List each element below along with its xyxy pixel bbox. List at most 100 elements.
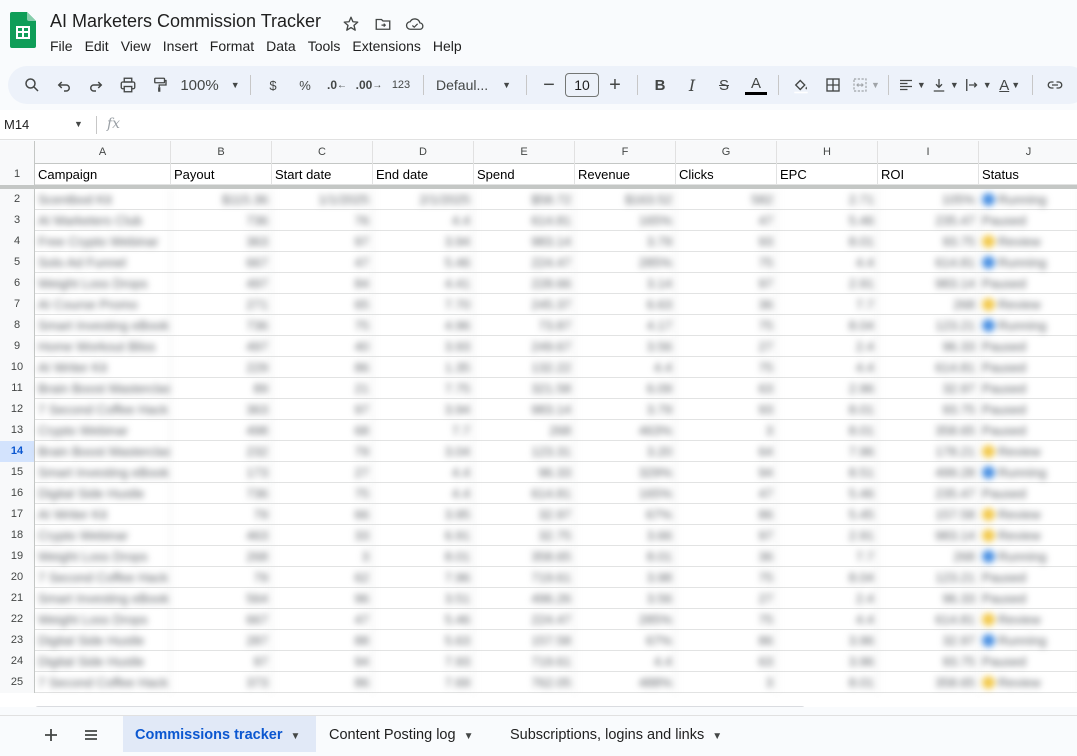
cell-b[interactable]: 363 xyxy=(171,399,272,420)
column-header-a[interactable]: A xyxy=(35,141,171,164)
row-header[interactable]: 24 xyxy=(0,651,35,672)
row-header[interactable]: 8 xyxy=(0,315,35,336)
column-title-e[interactable]: Spend xyxy=(474,164,575,185)
cell-e[interactable]: 73.87 xyxy=(474,315,575,336)
cell-j[interactable]: Review xyxy=(979,231,1077,252)
cell-c[interactable]: 75 xyxy=(272,315,373,336)
cell-g[interactable]: 75 xyxy=(676,567,777,588)
cell-g[interactable]: 3 xyxy=(676,420,777,441)
menu-edit[interactable]: Edit xyxy=(79,36,115,56)
menu-format[interactable]: Format xyxy=(204,36,260,56)
cell-g[interactable]: 36 xyxy=(676,294,777,315)
cell-b[interactable]: 173 xyxy=(171,462,272,483)
bold-button[interactable]: B xyxy=(646,71,674,99)
column-header-j[interactable]: J xyxy=(979,141,1077,164)
cell-d[interactable]: 8.01 xyxy=(373,546,474,567)
cell-f[interactable]: 165% xyxy=(575,483,676,504)
column-header-b[interactable]: B xyxy=(171,141,272,164)
cell-f[interactable]: 3.98 xyxy=(575,567,676,588)
cell-f[interactable]: 3.20 xyxy=(575,441,676,462)
cell-b[interactable]: 498 xyxy=(171,420,272,441)
cell-c[interactable]: 79 xyxy=(272,441,373,462)
cell-j[interactable]: Running xyxy=(979,630,1077,651)
cell-b[interactable]: 232 xyxy=(171,441,272,462)
column-title-h[interactable]: EPC xyxy=(777,164,878,185)
cell-i[interactable]: 358.65 xyxy=(878,420,979,441)
cell-g[interactable]: 582 xyxy=(676,189,777,210)
vertical-align-icon[interactable]: ▼ xyxy=(930,71,959,99)
cell-a[interactable]: Home Workout Bliss xyxy=(35,336,171,357)
cell-a[interactable]: AI Writer Kit xyxy=(35,504,171,525)
cell-h[interactable]: 7.96 xyxy=(777,441,878,462)
cell-j[interactable]: Review xyxy=(979,525,1077,546)
cell-c[interactable]: 76 xyxy=(272,210,373,231)
cell-j[interactable]: Paused xyxy=(979,378,1077,399)
cell-a[interactable]: 7 Second Coffee Hack xyxy=(35,399,171,420)
cell-c[interactable]: 27 xyxy=(272,462,373,483)
cell-f[interactable]: 4.17 xyxy=(575,315,676,336)
cell-d[interactable]: 5.46 xyxy=(373,609,474,630)
cell-e[interactable]: 224.47 xyxy=(474,609,575,630)
cell-g[interactable]: 75 xyxy=(676,609,777,630)
redo-icon[interactable] xyxy=(82,71,110,99)
cell-g[interactable]: 63 xyxy=(676,651,777,672)
cell-e[interactable]: 224.47 xyxy=(474,252,575,273)
cell-e[interactable]: 32.97 xyxy=(474,504,575,525)
all-sheets-menu-icon[interactable] xyxy=(80,724,102,746)
cell-f[interactable]: 4.4 xyxy=(575,357,676,378)
cell-d[interactable]: 4.96 xyxy=(373,315,474,336)
text-color-button[interactable]: A xyxy=(742,71,770,99)
cell-c[interactable]: 86 xyxy=(272,357,373,378)
cell-h[interactable]: 8.01 xyxy=(777,399,878,420)
cell-a[interactable]: Crypto Webinar xyxy=(35,525,171,546)
cell-e[interactable]: 132.22 xyxy=(474,357,575,378)
cell-e[interactable]: 719.61 xyxy=(474,567,575,588)
column-title-a[interactable]: Campaign xyxy=(35,164,171,185)
cell-d[interactable]: 3.04 xyxy=(373,441,474,462)
cell-i[interactable]: 93.75 xyxy=(878,231,979,252)
row-header[interactable]: 5 xyxy=(0,252,35,273)
cell-h[interactable]: 3.96 xyxy=(777,651,878,672)
borders-icon[interactable] xyxy=(819,71,847,99)
cell-b[interactable]: 736 xyxy=(171,483,272,504)
column-title-b[interactable]: Payout xyxy=(171,164,272,185)
cell-d[interactable]: 3.94 xyxy=(373,399,474,420)
cell-d[interactable]: 7.93 xyxy=(373,651,474,672)
cell-c[interactable]: 94 xyxy=(272,651,373,672)
cell-j[interactable]: Paused xyxy=(979,483,1077,504)
column-header-h[interactable]: H xyxy=(777,141,878,164)
strikethrough-button[interactable]: S xyxy=(710,71,738,99)
cell-f[interactable]: 8.01 xyxy=(575,546,676,567)
cell-g[interactable]: 47 xyxy=(676,210,777,231)
cell-a[interactable]: Digital Side Hustle xyxy=(35,630,171,651)
move-to-folder-icon[interactable] xyxy=(372,13,394,35)
frozen-row-divider[interactable] xyxy=(0,185,1077,189)
cell-b[interactable]: 229 xyxy=(171,357,272,378)
chevron-down-icon[interactable]: ▼ xyxy=(290,731,300,742)
cell-b[interactable]: 373 xyxy=(171,672,272,693)
cell-f[interactable]: 165% xyxy=(575,210,676,231)
sheet-tab-subscriptions[interactable]: Subscriptions, logins and links ▼ xyxy=(498,716,734,752)
cell-c[interactable]: 1/1/2025 xyxy=(272,189,373,210)
cell-a[interactable]: Smart Investing eBook xyxy=(35,315,171,336)
cell-f[interactable]: 285% xyxy=(575,609,676,630)
decrease-decimal-button[interactable]: .0 ← xyxy=(323,71,351,99)
cell-a[interactable]: Free Crypto Webinar xyxy=(35,231,171,252)
cell-j[interactable]: Paused xyxy=(979,273,1077,294)
number-format-button[interactable]: 123 xyxy=(387,71,415,99)
cell-f[interactable]: 463% xyxy=(575,420,676,441)
cell-d[interactable]: 4.4 xyxy=(373,483,474,504)
cell-h[interactable]: 5.46 xyxy=(777,483,878,504)
row-header[interactable]: 6 xyxy=(0,273,35,294)
cell-f[interactable]: 488% xyxy=(575,672,676,693)
cell-f[interactable]: 3.79 xyxy=(575,399,676,420)
cell-b[interactable]: $115.36 xyxy=(171,189,272,210)
cell-a[interactable]: Weight Loss Drops xyxy=(35,273,171,294)
row-header[interactable]: 15 xyxy=(0,462,35,483)
row-header[interactable]: 9 xyxy=(0,336,35,357)
cell-b[interactable]: 287 xyxy=(171,630,272,651)
menu-tools[interactable]: Tools xyxy=(302,36,347,56)
cell-i[interactable]: 105% xyxy=(878,189,979,210)
cell-c[interactable]: 66 xyxy=(272,504,373,525)
cell-d[interactable]: 1.35 xyxy=(373,357,474,378)
